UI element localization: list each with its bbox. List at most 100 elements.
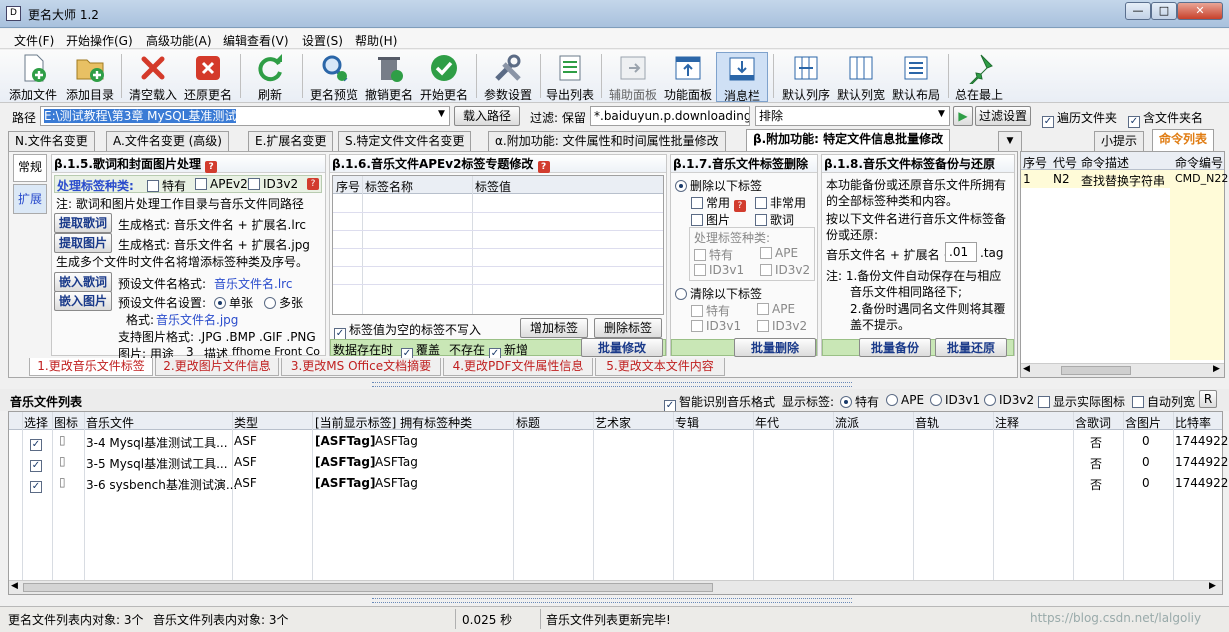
always-on-top-button[interactable]: 总在最上	[952, 52, 1006, 102]
row-select-checkbox[interactable]: ✓	[30, 476, 45, 493]
row-select-checkbox[interactable]: ✓	[30, 455, 45, 472]
multi-radio[interactable]: 多张	[264, 294, 303, 311]
picture-checkbox[interactable]: 图片	[691, 211, 730, 228]
export-list-button[interactable]: 导出列表	[543, 52, 597, 102]
add-tag-button[interactable]: 增加标签	[520, 318, 588, 338]
rename-preview-button[interactable]: 更名预览	[307, 52, 361, 102]
refresh-button[interactable]: 刷新	[250, 52, 290, 102]
subtab-office-summary[interactable]: 3.更改MS Office文档摘要	[281, 358, 441, 376]
clear-kind-id3v2[interactable]: ID3v2	[757, 319, 807, 333]
lyrics-checkbox[interactable]: 歌词	[755, 211, 794, 228]
splitter-handle[interactable]	[372, 598, 852, 603]
table-row[interactable]: ✓ ▯ 3-4 Mysql基准测试工具... ASF [ASFTag] ASFT…	[9, 431, 1228, 452]
menu-file[interactable]: 文件(F)	[14, 32, 54, 49]
tab-tips[interactable]: 小提示	[1094, 131, 1145, 151]
restore-rename-button[interactable]: 还原更名	[181, 52, 235, 102]
default-col-order-button[interactable]: 默认列序	[779, 52, 833, 102]
del-kind-id3v1[interactable]: ID3v1	[694, 263, 744, 277]
undo-rename-button[interactable]: 撤销更名	[362, 52, 416, 102]
default-layout-button[interactable]: 默认布局	[889, 52, 943, 102]
apev2-tag-table[interactable]: 序号 标签名称 标签值	[332, 175, 664, 315]
lyrics-format-link[interactable]: 音乐文件名.lrc	[214, 275, 292, 292]
filter-apply-button[interactable]: ▶	[953, 106, 973, 126]
batch-backup-button[interactable]: 批量备份	[859, 338, 931, 357]
tab-filename-advanced[interactable]: A.文件名变更 (高级)	[106, 131, 229, 151]
batch-delete-button[interactable]: 批量删除	[734, 338, 816, 357]
minimize-button[interactable]: —	[1125, 2, 1151, 20]
default-col-width-button[interactable]: 默认列宽	[834, 52, 888, 102]
kind-special-checkbox[interactable]: 特有	[147, 177, 186, 194]
param-settings-button[interactable]: 参数设置	[481, 52, 535, 102]
table-row[interactable]: ✓ ▯ 3-5 Mysql基准测试工具... ASF [ASFTag] ASFT…	[9, 452, 1228, 473]
music-list-hscrollbar[interactable]: ◀ ▶	[9, 580, 1222, 594]
tab-dropdown-icon[interactable]: ▼	[998, 131, 1022, 151]
subtab-pdf-attributes[interactable]: 4.更改PDF文件属性信息	[443, 358, 593, 376]
filter-keep-input[interactable]: *.baiduyun.p.downloading	[590, 106, 750, 126]
table-row[interactable]: 1 N2 查找替换字符串 CMD_N22	[1021, 170, 1228, 188]
show-id3v1-radio[interactable]: ID3v1	[930, 393, 980, 407]
embed-picture-button[interactable]: 嵌入图片	[54, 291, 112, 311]
kind-id3v2-checkbox[interactable]: ID3v2	[248, 177, 298, 191]
add-file-button[interactable]: 添加文件	[8, 52, 58, 102]
tab-attributes[interactable]: α.附加功能: 文件属性和时间属性批量修改	[488, 131, 726, 151]
path-input[interactable]: E:\测试教程\第3章 MySQL基准测试	[40, 106, 450, 126]
clear-kind-id3v1[interactable]: ID3v1	[691, 319, 741, 333]
picture-use-value[interactable]: 3	[186, 345, 194, 359]
row-select-checkbox[interactable]: ✓	[30, 434, 45, 451]
picture-desc-value[interactable]: ffhome Front Co	[232, 345, 320, 358]
add-folder-button[interactable]: 添加目录	[63, 52, 117, 102]
subtab-image-info[interactable]: 2.更改图片文件信息	[155, 358, 279, 376]
uncommon-checkbox[interactable]: 非常用	[755, 194, 806, 211]
single-radio[interactable]: 单张	[214, 294, 253, 311]
tab-extension-change[interactable]: E.扩展名变更	[248, 131, 334, 151]
music-file-table[interactable]: 选择 图标 音乐文件 类型 [当前显示标签] 拥有标签种类 标题 艺术家 专辑 …	[8, 411, 1228, 595]
path-dropdown-icon[interactable]: ▼	[438, 109, 445, 119]
show-ape-radio[interactable]: APE	[886, 393, 924, 407]
kind-apev2-checkbox[interactable]: APEv2	[195, 177, 248, 191]
menu-edit-view[interactable]: 编辑查看(V)	[223, 32, 289, 49]
picture-format-link[interactable]: 音乐文件名.jpg	[156, 311, 238, 328]
r-button[interactable]: R	[1199, 390, 1217, 408]
filter-exclude-input[interactable]: 排除	[755, 106, 950, 126]
tab-special-filename[interactable]: S.特定文件文件名变更	[338, 131, 472, 151]
filter-settings-button[interactable]: 过滤设置	[975, 106, 1031, 126]
subtab-music-tag[interactable]: 1.更改音乐文件标签	[29, 358, 153, 376]
del-kind-ape[interactable]: APE	[760, 246, 798, 260]
splitter-handle[interactable]	[372, 382, 852, 387]
aux-panel-button[interactable]: 辅助面板	[606, 52, 660, 102]
maximize-button[interactable]: □	[1151, 2, 1177, 20]
exclude-dropdown-icon[interactable]: ▼	[938, 109, 945, 119]
clear-below-radio[interactable]: 清除以下标签	[675, 285, 762, 302]
batch-restore-button[interactable]: 批量还原	[935, 338, 1007, 357]
tab-filename-change[interactable]: N.文件名变更	[8, 131, 95, 151]
recurse-checkbox[interactable]: ✓ 遍历文件夹	[1042, 109, 1117, 128]
extract-lyrics-button[interactable]: 提取歌词	[54, 213, 112, 233]
common-checkbox[interactable]: 常用 ?	[691, 194, 746, 212]
message-bar-button[interactable]: 消息栏	[716, 52, 768, 103]
extract-picture-button[interactable]: 提取图片	[54, 233, 112, 253]
backup-suffix-input[interactable]: .01	[945, 242, 977, 262]
side-tab-extended[interactable]: 扩展	[13, 184, 47, 214]
clear-load-button[interactable]: 清空载入	[126, 52, 180, 102]
skip-empty-checkbox[interactable]: ✓ 标签值为空的标签不写入	[334, 321, 481, 340]
menu-start[interactable]: 开始操作(G)	[66, 32, 133, 49]
table-row[interactable]: ✓ ▯ 3-6 sysbench基准测试演... ASF [ASFTag] AS…	[9, 473, 1228, 494]
del-kind-special[interactable]: 特有	[694, 246, 733, 263]
cmd-list-hscrollbar[interactable]: ◀ ▶	[1021, 363, 1224, 377]
tab-special-info[interactable]: β.附加功能: 特定文件信息批量修改	[746, 129, 951, 151]
command-list-panel[interactable]: 序号 代号 命令描述 命令编号 1 N2 查找替换字符串 CMD_N22 ◀ ▶	[1020, 151, 1228, 378]
del-kind-id3v2[interactable]: ID3v2	[760, 263, 810, 277]
show-id3v2-radio[interactable]: ID3v2	[984, 393, 1034, 407]
auto-width-checkbox[interactable]: 自动列宽	[1132, 393, 1195, 410]
help-icon[interactable]: ?	[307, 178, 319, 190]
function-panel-button[interactable]: 功能面板	[661, 52, 715, 102]
help-icon[interactable]: ?	[537, 161, 550, 173]
delete-tag-button[interactable]: 删除标签	[594, 318, 662, 338]
include-folder-checkbox[interactable]: ✓ 含文件夹名	[1128, 109, 1203, 128]
batch-modify-button[interactable]: 批量修改	[581, 338, 663, 357]
side-tab-general[interactable]: 常规	[13, 154, 47, 182]
help-icon[interactable]: ?	[205, 161, 218, 173]
show-special-radio[interactable]: 特有	[840, 393, 879, 410]
subtab-text-content[interactable]: 5.更改文本文件内容	[595, 358, 725, 376]
start-rename-button[interactable]: 开始更名	[417, 52, 471, 102]
